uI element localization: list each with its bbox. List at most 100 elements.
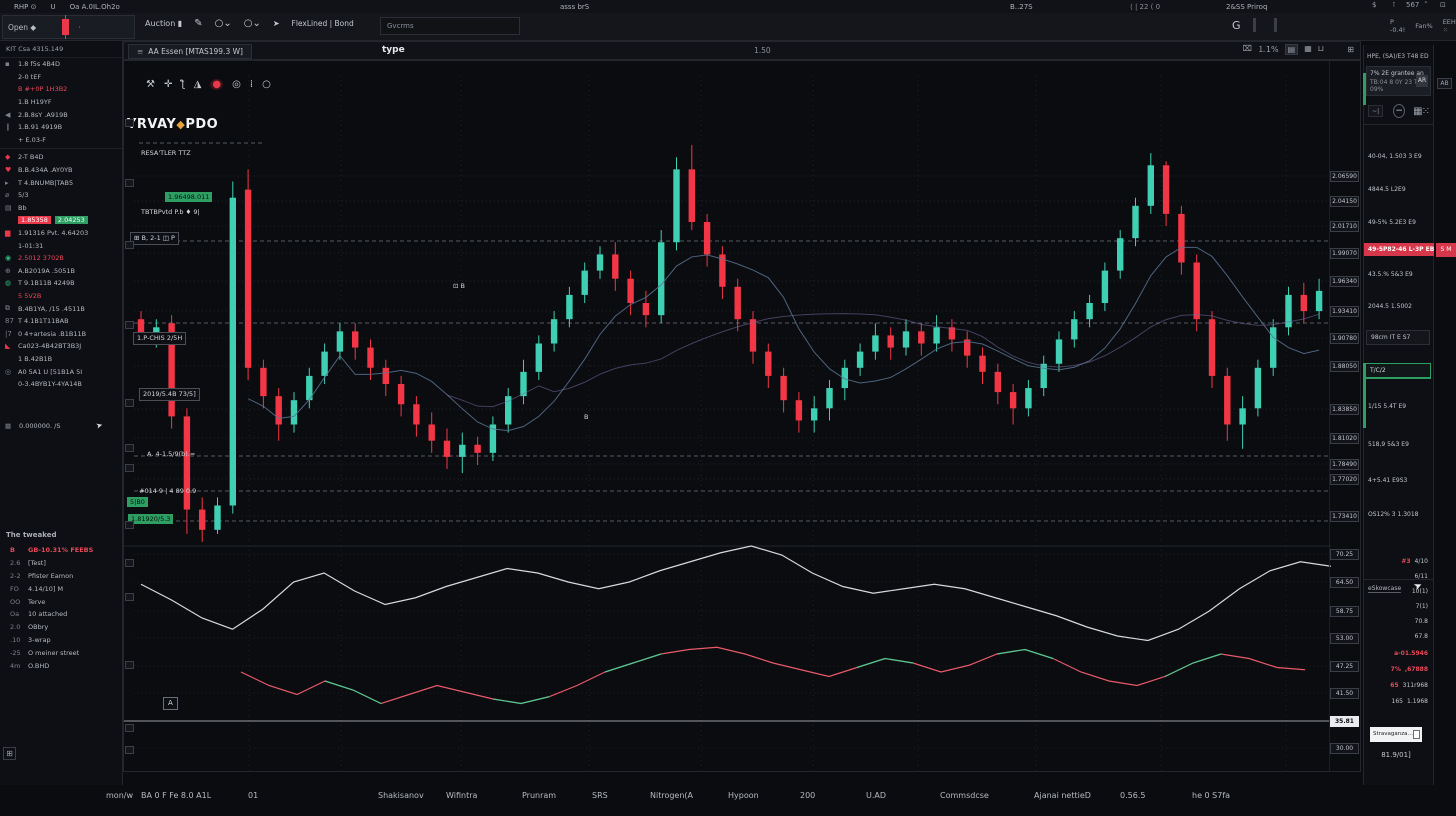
watchlist-row[interactable]: ▪1.8 f5s 4B4D (0, 58, 122, 71)
menubar-icon[interactable]: $ (1372, 1, 1376, 9)
navigator-item[interactable]: Oa10 attached (0, 608, 123, 621)
menubar-icon[interactable]: ⊡ (1440, 1, 1446, 9)
pencil-icon[interactable]: ✎ (194, 18, 202, 29)
timeframe-dropdown[interactable]: Auction ▮ (145, 19, 182, 28)
quote-row[interactable]: OS12% 3 1.3018 (1364, 508, 1435, 521)
place-order-button[interactable]: 81.9/01] (1370, 751, 1422, 759)
quote-row[interactable]: 4+5.41 E9S3 (1364, 474, 1435, 487)
search-input[interactable]: Gvcrms (380, 17, 520, 35)
watchlist-row[interactable]: ⊕A.B2019A .5051B (0, 265, 122, 278)
watchlist-row[interactable]: ❙1.B.91 4919B (0, 121, 122, 134)
bottom-left-widget-icon[interactable]: ⊞ (3, 747, 16, 760)
watchlist-row[interactable]: |70 4+artesia .B1B11B (0, 327, 122, 340)
chart-tool-icon[interactable]: ◮ (194, 79, 202, 90)
quote-row[interactable]: 40-04, 1.503 3 E9 (1364, 150, 1435, 163)
sell-price-row[interactable]: 49-5P82-46 L-3P EB (1364, 243, 1434, 256)
time-axis[interactable]: mon/wBA 0 F Fe 8.0 A1L01ShakisanovWifint… (123, 785, 1361, 807)
quote-row[interactable]: 518,9 5&3 E9 (1364, 438, 1435, 451)
date-label: Hypoon (728, 791, 759, 800)
decrease-button[interactable]: − (1393, 104, 1405, 118)
watchlist-row[interactable]: 1 B.42B1B (0, 353, 122, 366)
watchlist-row[interactable]: 1-01:31 (0, 239, 122, 252)
chart-tool-icon[interactable]: ⚒ (146, 79, 155, 90)
navigator-item[interactable]: 4mO.BHD (0, 659, 123, 672)
quote-row[interactable]: 43.5.% 5&3 E9 (1364, 268, 1435, 281)
menu-item[interactable]: RHP ⊙ (14, 3, 36, 11)
menubar-icon[interactable]: ˄ (1424, 1, 1428, 9)
chart-tool-icon[interactable]: ◎ (232, 79, 241, 90)
watchlist-row[interactable]: 0-3.4BYB1Y-4YA14B (0, 378, 122, 391)
watchlist-row[interactable]: ◣Ca023-4B42BT3B3J (0, 340, 122, 353)
quote-row[interactable]: 98cm IT E S7 (1366, 330, 1430, 345)
watchlist-row[interactable]: ▸T 4.BNUMB|TAB5 (0, 176, 122, 189)
data-window-row[interactable]: ▦ 0.000000. /S (0, 419, 123, 433)
navigator-item[interactable]: BGB-10.31% FEEBS (0, 544, 123, 557)
watchlist-row[interactable]: ♥B.B.434A .AY0YB (0, 164, 122, 177)
order-comment-input[interactable]: Stravaganza… (1370, 727, 1422, 742)
watchlist-row[interactable]: 5 5V2B (0, 290, 122, 303)
navigator-item[interactable]: OOTerve (0, 595, 123, 608)
candlestick-chart[interactable] (124, 61, 1361, 772)
watchlist-row[interactable]: ◍T 9.1B11B 4249B (0, 277, 122, 290)
quote-row[interactable]: 49-5% 5.2E3 E9 (1364, 216, 1435, 229)
chart-tool-icon[interactable]: ⁞ (250, 79, 253, 90)
watchlist-row[interactable]: ⧉B.4B1YA, /15 .4511B (0, 302, 122, 315)
watchlist-row[interactable]: ⌀5/3 (0, 189, 122, 202)
cursor-tool-icon[interactable]: ➤ (273, 19, 280, 28)
expand-icon[interactable]: ⊞ (1347, 45, 1354, 54)
watchlist-row[interactable]: ▤Bb (0, 202, 122, 215)
axis-price-label: 70.25 (1330, 549, 1359, 560)
navigator-item[interactable]: -25O meiner street (0, 646, 123, 659)
shape-circle-icon[interactable]: ○⌄ (215, 18, 232, 29)
watchlist-row[interactable]: ◀2.B.8sY .A919B (0, 108, 122, 121)
camera-icon[interactable]: ⌧ (1243, 44, 1252, 55)
watchlist-row[interactable]: B #+0P 1H3B2 (0, 83, 122, 96)
watchlist-row[interactable]: 87T 4.1B1T11BAB (0, 315, 122, 328)
card-icon[interactable]: AR (1416, 75, 1428, 87)
order-info-card[interactable]: 7% 2E grantee an TB:04 8 0Y 23 T03 09% A… (1366, 66, 1431, 96)
watchlist-row[interactable]: ◆2-T B4D (0, 151, 122, 164)
ab-toggle[interactable]: AB (1437, 78, 1452, 89)
line-tools-label[interactable]: FlexLined | Bond (292, 19, 354, 28)
lot-dropdown[interactable]: ~| (1368, 105, 1383, 117)
quote-row[interactable]: 4844.5 L2E9 (1364, 183, 1435, 196)
buy-price-row[interactable]: T/C/2 (1365, 363, 1431, 379)
watchlist-row[interactable]: ▆1.91316 Pvt. 4.64203 (0, 227, 122, 240)
axis-price-label: 53.00 (1330, 633, 1359, 644)
chart-tool-icon[interactable]: ƪ (181, 79, 184, 90)
chart-tool-icon[interactable]: ● (210, 79, 223, 90)
navigator-item[interactable]: 2.0OBbry (0, 621, 123, 634)
toolbar-divider (1274, 18, 1277, 32)
chart-panel[interactable]: ⚒✛ƪ◮●◎⁞○ YRVAY◆PDO RESA'TLER TTZ1.96498.… (123, 60, 1361, 772)
chart-tab[interactable]: ≡ AA Essen [MTAS199.3 W] (128, 44, 252, 59)
watchlist-row[interactable]: 1.B H19YF (0, 96, 122, 109)
copy-icon[interactable] (1413, 730, 1420, 739)
symbol-icon: ⊕ (5, 267, 18, 275)
dice-grid-icon[interactable]: ▦⁙ (1413, 106, 1429, 117)
symbol-selector[interactable]: Open ◆ ᛫ (2, 15, 135, 39)
panel-layout-icon[interactable]: ▤ (1285, 44, 1299, 55)
shape-circle-icon[interactable]: ○⌄ (244, 18, 261, 29)
watchlist-row[interactable]: 1.853582.04253 (0, 214, 122, 227)
grid-layout-icon[interactable]: ▦ (1304, 44, 1312, 55)
navigator-item[interactable]: 2-2Pfister Eamon (0, 570, 123, 583)
menu-item[interactable]: Oa A.0IL.Oh2o (70, 3, 120, 11)
watchlist-row[interactable]: ◉2.5012 3702B (0, 252, 122, 265)
watchlist-row[interactable]: + E.03-F (0, 134, 122, 147)
navigator-item[interactable]: .103-wrap (0, 634, 123, 647)
chart-tool-icon[interactable]: ✛ (164, 79, 172, 90)
watchlist-row[interactable]: ◎A0 5A1 U [51B1A 5I (0, 365, 122, 378)
navigator-item[interactable]: FO4.14/10] M (0, 582, 123, 595)
dock-icon[interactable]: ⊔ (1318, 44, 1324, 55)
g-icon[interactable]: G (1232, 19, 1241, 32)
menu-item[interactable]: U (50, 3, 55, 11)
navigator-item[interactable]: 2.6[Test] (0, 557, 123, 570)
watchlist-row[interactable]: 2-0 tEF (0, 71, 122, 84)
percent-icon[interactable]: ⒈1% (1258, 44, 1279, 55)
chart-tool-icon[interactable]: ○ (262, 79, 271, 90)
quote-row[interactable]: 2044.5 1.5002 (1364, 300, 1435, 313)
symbol-caret[interactable]: ᛫ (77, 23, 82, 32)
quote-row[interactable]: 1/15 5.4T E9 (1364, 400, 1435, 413)
price-axis[interactable]: 2.065902.041502.017101.990701.963401.934… (1329, 61, 1360, 772)
menubar-icon[interactable]: ⊺ (1392, 1, 1396, 9)
